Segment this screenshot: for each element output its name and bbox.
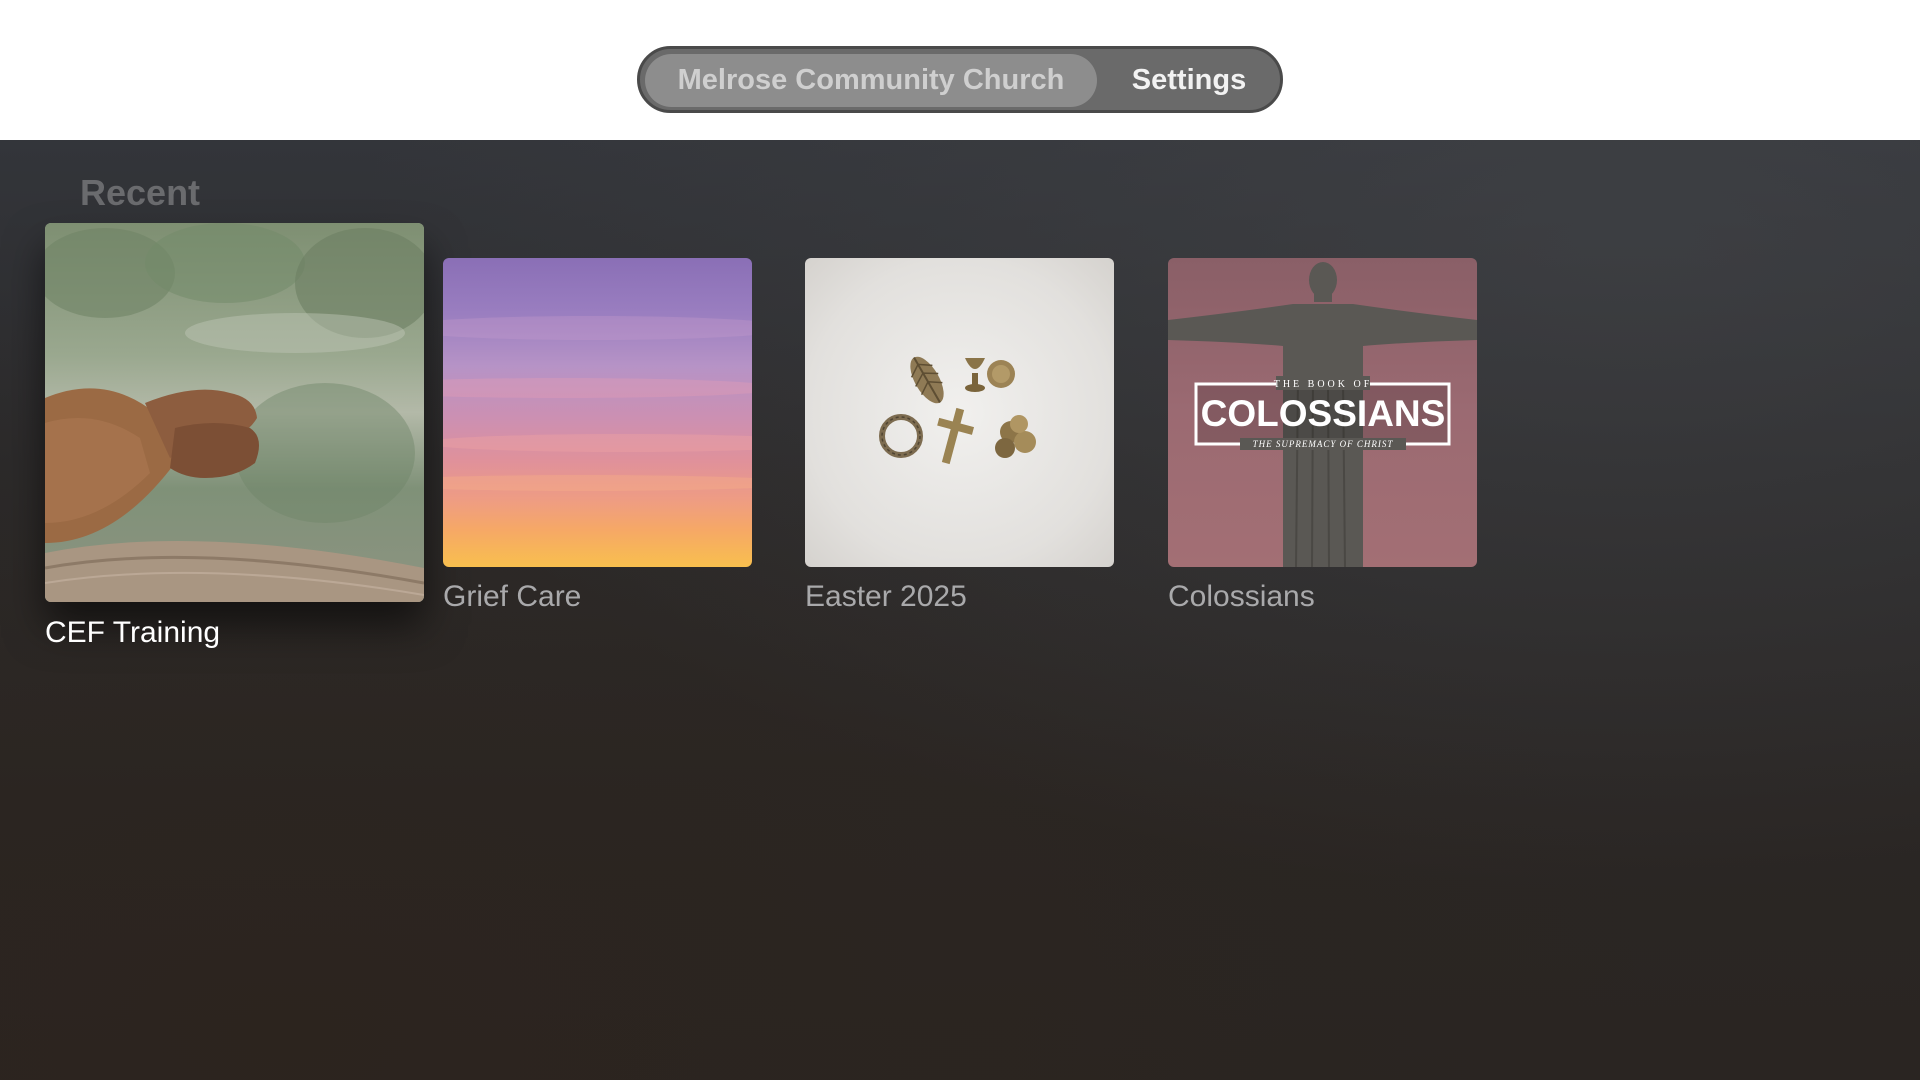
artwork-cef-training	[45, 223, 424, 602]
art-text-sub: THE SUPREMACY OF CHRIST	[1253, 439, 1394, 449]
media-title: Grief Care	[443, 580, 582, 613]
top-bar: Melrose Community Church Settings	[0, 0, 1920, 140]
section-title-recent: Recent	[80, 172, 201, 213]
artwork-colossians: THE BOOK OF COLOSSIANS THE SUPREMACY OF …	[1168, 258, 1477, 567]
hands-on-railing-image	[45, 223, 424, 602]
media-tile-grief-care[interactable]: Grief Care	[443, 258, 752, 618]
christ-statue-image: THE BOOK OF COLOSSIANS THE SUPREMACY OF …	[1168, 262, 1477, 567]
easter-symbols-image	[879, 356, 1036, 465]
media-title: Easter 2025	[805, 580, 967, 613]
media-tile-colossians[interactable]: THE BOOK OF COLOSSIANS THE SUPREMACY OF …	[1168, 258, 1477, 618]
art-text-top: THE BOOK OF	[1274, 379, 1373, 390]
media-tile-cef-training[interactable]: CEF Training	[45, 223, 424, 653]
tab-settings[interactable]: Settings	[1098, 54, 1280, 107]
sunset-sky-image	[443, 316, 752, 491]
artwork-easter-2025	[805, 258, 1114, 567]
media-title: CEF Training	[45, 616, 221, 649]
tab-home[interactable]: Melrose Community Church	[645, 54, 1097, 107]
media-tile-easter-2025[interactable]: Easter 2025	[805, 258, 1114, 618]
media-title: Colossians	[1168, 580, 1315, 613]
artwork-grief-care	[443, 258, 752, 567]
art-text-main: COLOSSIANS	[1201, 393, 1446, 434]
screen: Melrose Community Church Settings Recent	[0, 0, 1920, 1080]
tab-bar: Melrose Community Church Settings	[637, 46, 1283, 113]
main-content: Recent CEF Training Grief Care Easter 20…	[0, 140, 1920, 1080]
